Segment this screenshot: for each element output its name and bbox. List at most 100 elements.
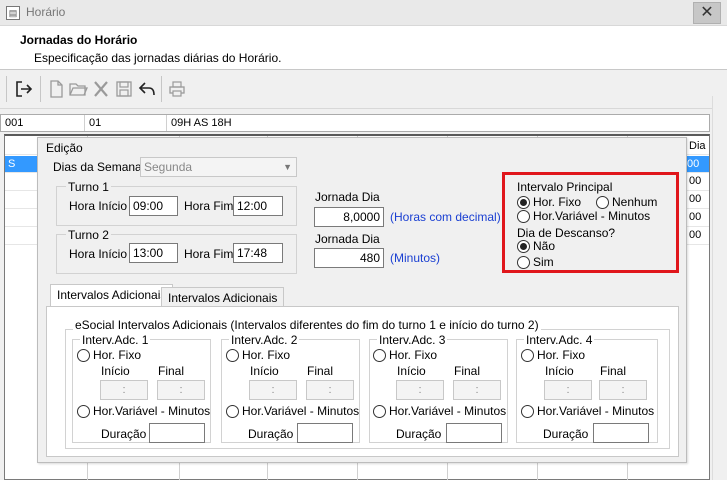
toolbar-separator (40, 76, 41, 102)
interv-adc-1-final-input[interactable]: : (157, 380, 205, 400)
interv-adc-3-final-label: Final (454, 364, 481, 378)
interv-adc-2-fixo-radio[interactable] (226, 349, 239, 362)
turno1-start-input[interactable]: 09:00 (129, 196, 178, 216)
descanso-sim-radio[interactable] (517, 256, 530, 269)
jornada-minutes-input[interactable]: 480 (314, 248, 384, 268)
turno1-start-label: Hora Início (69, 199, 128, 213)
intervalo-nenhum-label: Nenhum (612, 195, 658, 209)
intervalo-variavel-label: Hor.Variável - Minutos (533, 209, 651, 223)
turno1-end-input[interactable]: 12:00 (233, 196, 283, 216)
interv-adc-2-variavel-label: Hor.Variável - Minutos (242, 404, 360, 418)
edit-title: Edição (46, 141, 83, 155)
interv-adc-4-duracao-label: Duração (543, 427, 589, 441)
chevron-down-icon: ▼ (283, 162, 292, 172)
jornada-minutes-unit: (Minutos) (390, 251, 441, 265)
turno2-start-label: Hora Início (69, 247, 128, 261)
descanso-nao-label: Não (533, 239, 556, 253)
dia-descanso-title: Dia de Descanso? (517, 226, 616, 240)
turno2-title: Turno 2 (66, 228, 111, 242)
grid-selected-cell[interactable]: S (5, 156, 39, 172)
close-button[interactable]: ✕ (693, 2, 721, 24)
interv-adc-4-duracao-input[interactable] (593, 423, 649, 443)
interv-adc-3-fixo-radio[interactable] (373, 349, 386, 362)
interv-adc-3-final-input[interactable]: : (453, 380, 501, 400)
page-subtitle: Especificação das jornadas diárias do Ho… (34, 51, 282, 65)
jornada-hours-label: Jornada Dia (315, 190, 380, 204)
interv-adc-4-title: Interv.Adc. 4 (524, 333, 595, 347)
interv-adc-4-inicio-input[interactable]: : (544, 380, 592, 400)
interv-adc-1-duracao-label: Duração (101, 427, 147, 441)
interv-adc-1-variavel-radio[interactable] (77, 405, 90, 418)
schedule-code: 001 (1, 115, 85, 131)
descanso-nao-radio[interactable] (517, 240, 530, 253)
grid-cell-value[interactable]: 00 (689, 175, 701, 187)
new-document-icon[interactable] (46, 79, 66, 99)
interv-adc-4-final-label: Final (600, 364, 627, 378)
interv-adc-2-variavel-radio[interactable] (226, 405, 239, 418)
interv-adc-2-duracao-label: Duração (248, 427, 294, 441)
interv-adc-4-fixo-radio[interactable] (521, 349, 534, 362)
turno1-end-label: Hora Fim (184, 199, 234, 213)
weekday-select[interactable]: Segunda ▼ (140, 157, 297, 177)
grid-cell-value[interactable]: 00 (689, 211, 701, 223)
interv-adc-2-duracao-input[interactable] (297, 423, 353, 443)
interv-adc-1-inicio-label: Início (101, 364, 130, 378)
undo-icon[interactable] (137, 79, 157, 99)
interv-adc-4-inicio-label: Início (545, 364, 574, 378)
exit-icon[interactable] (14, 79, 34, 99)
title-bar: ▤ Horário ✕ (0, 0, 727, 26)
interv-adc-1-final-label: Final (158, 364, 185, 378)
interv-adc-4-final-input[interactable]: : (599, 380, 647, 400)
interv-adc-1-inicio-input[interactable]: : (100, 380, 148, 400)
toolbar-separator (161, 76, 162, 102)
interv-adc-2-final-label: Final (307, 364, 334, 378)
intervalo-fixo-radio[interactable] (517, 196, 530, 209)
intervalo-variavel-radio[interactable] (517, 210, 530, 223)
tab-intervalos-adicionais-1[interactable]: Intervalos Adicionais (50, 284, 174, 308)
interv-adc-2-title: Interv.Adc. 2 (229, 333, 300, 347)
grid-header-dia: Dia (689, 140, 706, 152)
weekday-label: Dias da Semana (53, 160, 142, 174)
schedule-info-row: 001 01 09H AS 18H (0, 114, 710, 132)
interv-adc-3-variavel-label: Hor.Variável - Minutos (389, 404, 507, 418)
page-title: Jornadas do Horário (20, 33, 138, 47)
toolbar (0, 71, 727, 109)
open-folder-icon[interactable] (68, 79, 88, 99)
toolbar-separator (6, 76, 7, 102)
page-header: Jornadas do Horário Especificação das jo… (0, 26, 727, 70)
jornada-hours-input[interactable]: 8,0000 (314, 207, 384, 227)
interv-adc-3-duracao-label: Duração (396, 427, 442, 441)
interv-adc-4-variavel-radio[interactable] (521, 405, 534, 418)
interv-adc-1-variavel-label: Hor.Variável - Minutos (93, 404, 211, 418)
interv-adc-2-fixo-label: Hor. Fixo (242, 348, 291, 362)
turno1-title: Turno 1 (66, 180, 111, 194)
schedule-description: 09H AS 18H (171, 117, 232, 129)
interv-adc-1-fixo-label: Hor. Fixo (93, 348, 142, 362)
interv-adc-2-final-input[interactable]: : (306, 380, 354, 400)
descanso-sim-label: Sim (533, 255, 554, 269)
interv-adc-2-inicio-input[interactable]: : (249, 380, 297, 400)
turno2-start-input[interactable]: 13:00 (129, 243, 178, 263)
grid-cell-value[interactable]: 00 (689, 193, 701, 205)
grid-cell-value[interactable]: 00 (689, 229, 701, 241)
app-icon: ▤ (6, 6, 20, 20)
save-icon[interactable] (114, 79, 134, 99)
intervalo-principal-title: Intervalo Principal (517, 180, 613, 194)
print-icon[interactable] (167, 79, 187, 99)
interv-adc-2-inicio-label: Início (250, 364, 279, 378)
schedule-seq: 01 (85, 115, 167, 131)
interv-adc-3-title: Interv.Adc. 3 (377, 333, 448, 347)
interv-adc-3-inicio-input[interactable]: : (396, 380, 444, 400)
intervalo-nenhum-radio[interactable] (596, 196, 609, 209)
interv-adc-1-title: Interv.Adc. 1 (80, 333, 151, 347)
interv-adc-4-fixo-label: Hor. Fixo (537, 348, 586, 362)
interv-adc-3-duracao-input[interactable] (446, 423, 502, 443)
interv-adc-3-variavel-radio[interactable] (373, 405, 386, 418)
delete-icon[interactable] (91, 79, 111, 99)
esocial-title: eSocial Intervalos Adicionais (Intervalo… (73, 318, 541, 332)
interv-adc-1-duracao-input[interactable] (149, 423, 205, 443)
interv-adc-1-fixo-radio[interactable] (77, 349, 90, 362)
vertical-scrollbar[interactable] (712, 96, 727, 480)
turno2-end-input[interactable]: 17:48 (233, 243, 283, 263)
grid-cell-value[interactable]: 00 (687, 156, 709, 172)
